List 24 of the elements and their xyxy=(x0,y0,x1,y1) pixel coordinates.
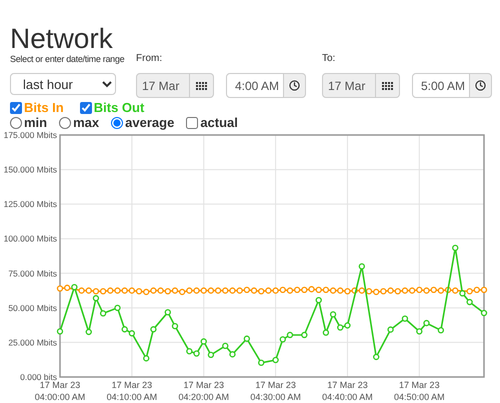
to-label: To: xyxy=(322,53,336,65)
y-axis-label: 0.000 bits xyxy=(20,372,57,382)
time-field[interactable]: 4:00 AM xyxy=(226,73,284,98)
y-axis-label: 175.000 Mbits xyxy=(4,130,57,140)
y-axis-label: 25.000 Mbits xyxy=(8,337,57,348)
from-label: From: xyxy=(136,53,162,65)
x-axis-label: 17 Mar 23 04:50:00 AM xyxy=(394,380,445,402)
page-title: Network xyxy=(9,22,114,50)
range-dropdown[interactable]: last hour xyxy=(10,73,116,95)
y-axis-label: 150.000 Mbits xyxy=(4,164,57,175)
date-field[interactable]: 17 Mar xyxy=(322,73,376,98)
mode-label: actual xyxy=(200,114,238,132)
x-axis-label: 17 Mar 23 04:20:00 AM xyxy=(178,380,229,402)
range-label: Select or enter date/time range xyxy=(10,53,124,65)
x-axis-label: 17 Mar 23 04:30:00 AM xyxy=(250,380,301,402)
y-axis-label: 75.000 Mbits xyxy=(8,268,57,278)
time-field[interactable]: 5:00 AM xyxy=(412,73,470,98)
y-axis-label: 50.000 Mbits xyxy=(8,302,57,313)
x-axis-label: 17 Mar 23 04:00:00 AM xyxy=(34,380,86,402)
x-axis-label: 17 Mar 23 04:10:00 AM xyxy=(106,380,158,402)
y-axis-label: 125.000 Mbits xyxy=(4,199,57,210)
date-field[interactable]: 17 Mar xyxy=(136,73,190,98)
y-axis-label: 100.000 Mbits xyxy=(4,234,57,244)
x-axis-label: 17 Mar 23 04:40:00 AM xyxy=(322,380,373,402)
